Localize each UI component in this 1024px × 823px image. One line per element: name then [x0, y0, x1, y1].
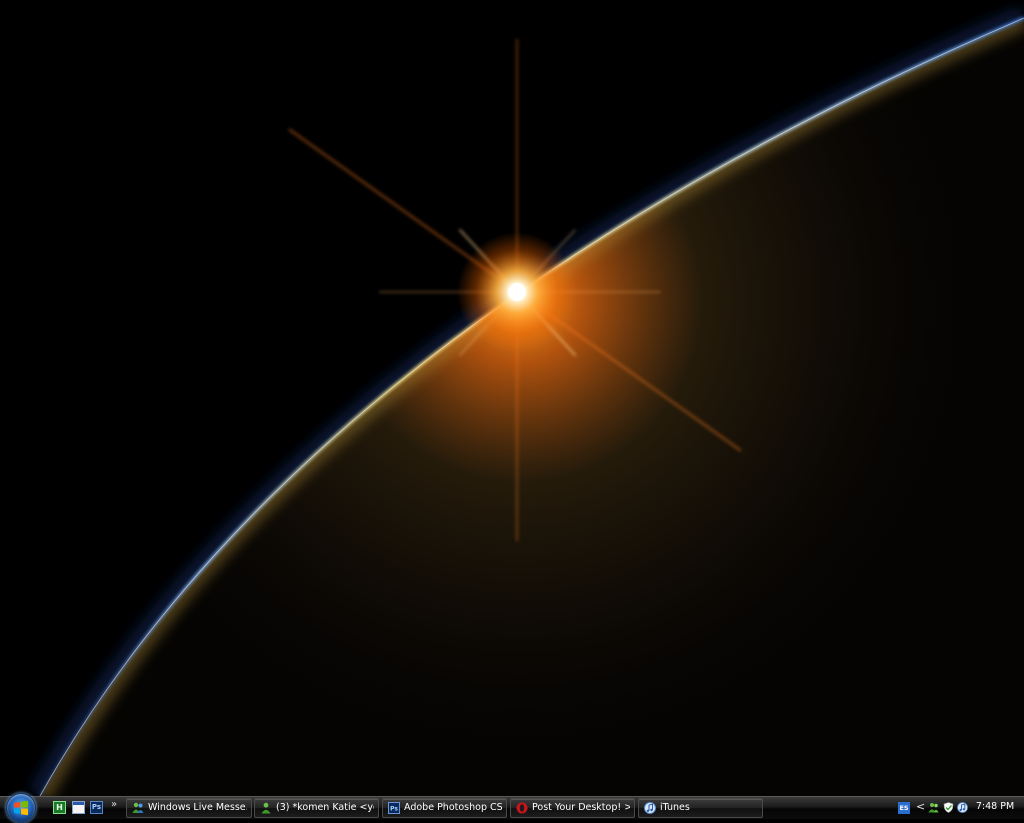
- quick-launch-h-app-icon[interactable]: H: [53, 801, 66, 814]
- taskbar-button-itunes[interactable]: iTunes: [638, 798, 763, 818]
- taskbar-button-label: Adobe Photoshop CS...: [404, 802, 502, 813]
- taskbar-button-label: (3) *komen Katie <yo...: [276, 802, 374, 813]
- taskbar-button-adobe-photoshop[interactable]: Ps Adobe Photoshop CS...: [382, 798, 507, 818]
- system-tray: ES < 7:48 PM: [895, 797, 1024, 819]
- messenger-status-icon[interactable]: [928, 802, 939, 813]
- language-bar-icon[interactable]: ES: [898, 802, 910, 814]
- itunes-icon: [644, 802, 656, 814]
- taskbar-button-label: iTunes: [660, 802, 690, 813]
- opera-browser-icon: [516, 802, 528, 814]
- svg-text:Ps: Ps: [390, 806, 398, 813]
- taskbar-button-windows-live-messenger[interactable]: Windows Live Messe...: [126, 798, 252, 818]
- taskbar: H Ps » Windows Live Messe... (3) *komen …: [0, 793, 1024, 823]
- quick-launch-more-button[interactable]: »: [111, 799, 117, 810]
- taskbar-button-label: Windows Live Messe...: [148, 802, 247, 813]
- photoshop-icon: Ps: [388, 802, 400, 814]
- clock[interactable]: 7:48 PM: [972, 801, 1018, 812]
- desktop[interactable]: [0, 0, 1024, 796]
- show-hidden-icons-button[interactable]: <: [916, 800, 925, 813]
- quick-launch-show-desktop-icon[interactable]: [72, 801, 85, 814]
- taskbar-button-messenger-chat[interactable]: (3) *komen Katie <yo...: [254, 798, 379, 818]
- messenger-icon: [132, 802, 144, 813]
- taskbar-button-label: Post Your Desktop! > :...: [532, 802, 630, 813]
- itunes-tray-icon[interactable]: [957, 802, 968, 813]
- taskbar-button-browser-post-your-desktop[interactable]: Post Your Desktop! > :...: [510, 798, 635, 818]
- wallpaper-earth-sunrise: [0, 0, 1024, 796]
- security-shield-icon[interactable]: [943, 802, 954, 813]
- messenger-chat-icon: [261, 802, 271, 814]
- quick-launch-photoshop-icon[interactable]: Ps: [90, 801, 103, 814]
- windows-logo-icon: [14, 800, 28, 816]
